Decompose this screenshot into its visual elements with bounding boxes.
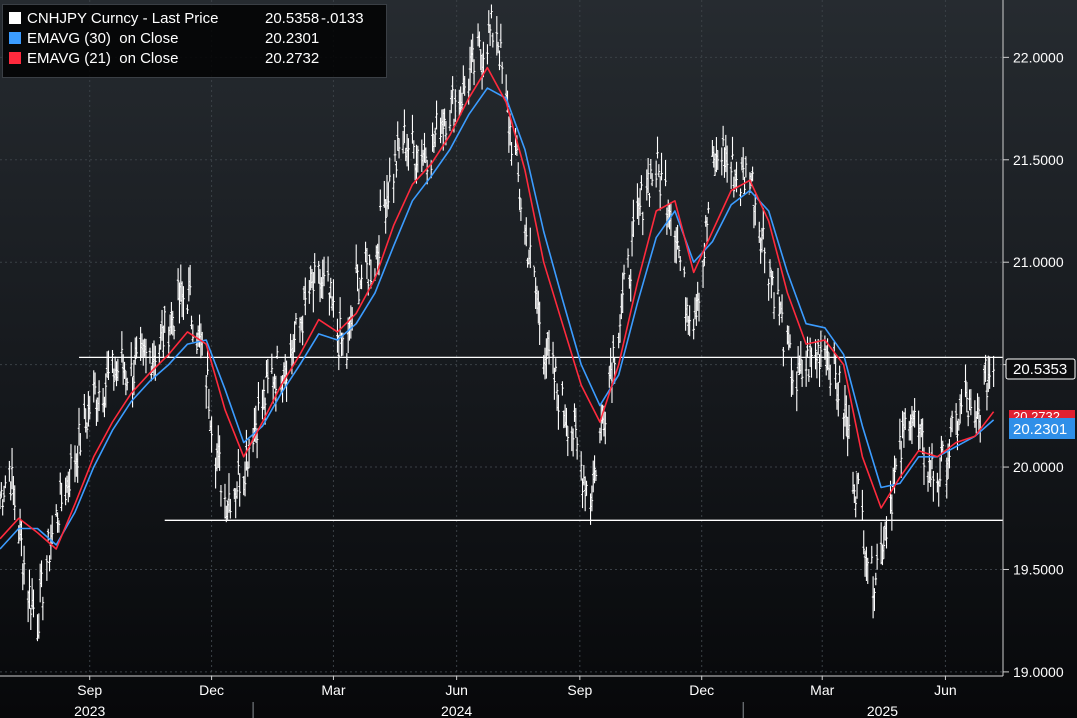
y-tick-label: 21.5000	[1013, 152, 1064, 168]
ema30-line	[0, 87, 995, 550]
legend-label-ema21: EMAVG (21) on Close	[27, 49, 179, 67]
legend-change-price: -.0133	[321, 9, 364, 27]
legend-swatch-price	[9, 12, 21, 24]
price-bars	[0, 4, 995, 642]
legend-swatch-ema30	[9, 32, 21, 44]
legend-label-price: CNHJPY Curncy - Last Price	[27, 9, 219, 27]
last-price-badge: 20.5353	[1005, 358, 1076, 380]
gridlines	[0, 0, 1003, 676]
x-tick-label: Mar	[810, 682, 834, 698]
x-tick-label: Jun	[934, 682, 957, 698]
legend-row-ema30[interactable]: EMAVG (30) on Close 20.2301	[9, 28, 380, 48]
x-tick-label: Sep	[567, 682, 592, 698]
x-tick-label: Sep	[77, 682, 102, 698]
ema30-badge: 20.2301	[1009, 418, 1075, 439]
legend-row-ema21[interactable]: EMAVG (21) on Close 20.2732	[9, 48, 380, 68]
chart-legend: CNHJPY Curncy - Last Price 20.5358 -.013…	[2, 4, 387, 78]
x-tick-label: Mar	[321, 682, 345, 698]
legend-label-ema30: EMAVG (30) on Close	[27, 29, 179, 47]
y-tick-label: 21.0000	[1013, 254, 1064, 270]
y-tick-label: 19.5000	[1013, 561, 1064, 577]
legend-swatch-ema21	[9, 52, 21, 64]
y-tick-label: 20.0000	[1013, 459, 1064, 475]
price-chart[interactable]: 22.000021.500021.000020.500020.000019.50…	[0, 0, 1077, 718]
y-tick-label: 22.0000	[1013, 49, 1064, 65]
x-tick-label: Jun	[445, 682, 468, 698]
last-price-badge-label: 20.5353	[1013, 361, 1067, 378]
x-year-label: 2025	[867, 703, 898, 718]
axis-badges: 20.5353 20.2732 20.2301	[1005, 358, 1076, 439]
ema21-line	[0, 66, 995, 550]
legend-value-price: 20.5358	[265, 9, 320, 27]
ema30-badge-label: 20.2301	[1013, 421, 1067, 438]
x-tick-label: Dec	[689, 682, 714, 698]
chart-window: 22.000021.500021.000020.500020.000019.50…	[0, 0, 1077, 718]
legend-row-price[interactable]: CNHJPY Curncy - Last Price 20.5358 -.013…	[9, 8, 380, 28]
legend-value-ema21: 20.2732	[265, 49, 320, 67]
y-tick-label: 19.0000	[1013, 664, 1064, 680]
x-year-label: 2024	[441, 703, 472, 718]
legend-value-ema30: 20.2301	[265, 29, 320, 47]
x-year-label: 2023	[74, 703, 105, 718]
ema-lines	[0, 66, 995, 550]
x-tick-label: Dec	[199, 682, 224, 698]
